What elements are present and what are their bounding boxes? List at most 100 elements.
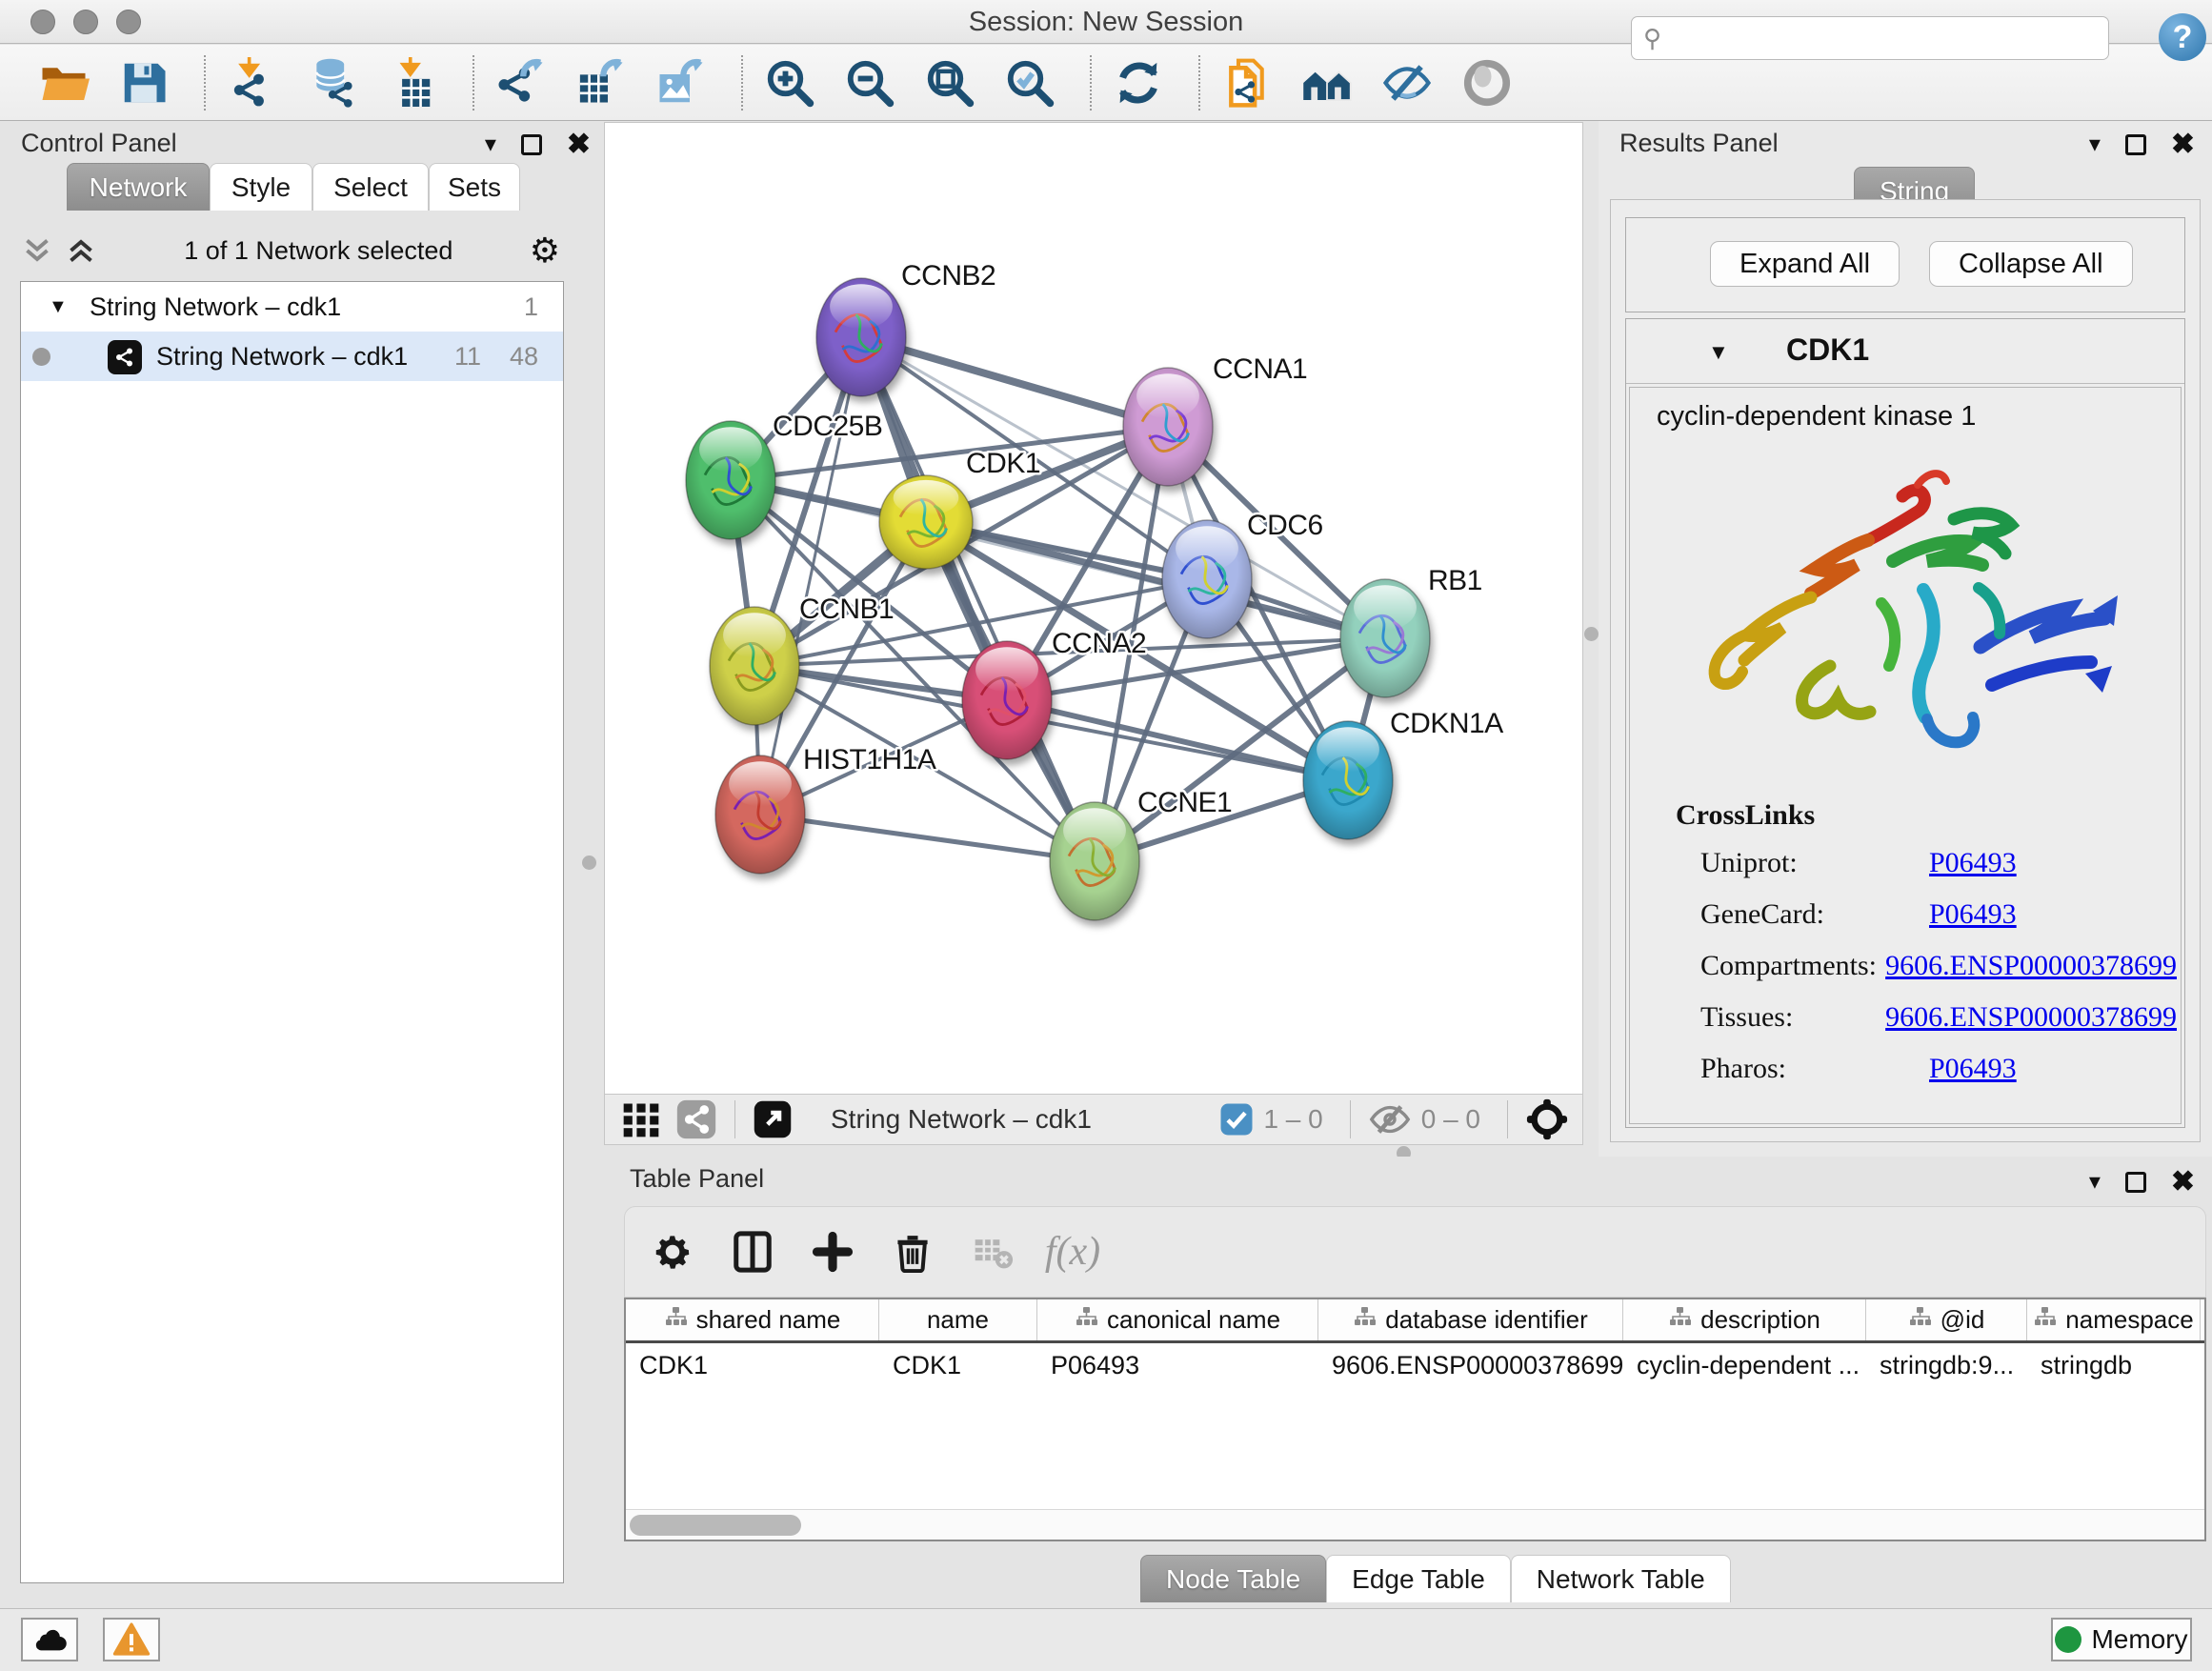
string-badge-icon[interactable] — [675, 1098, 717, 1140]
network-collection-row[interactable]: ▼ String Network – cdk1 1 — [21, 282, 563, 332]
table-settings-gear-icon[interactable] — [646, 1225, 699, 1278]
refresh-network-view-icon[interactable] — [1111, 55, 1166, 111]
table-panel-float-icon[interactable] — [2125, 1172, 2146, 1193]
expand-all-button[interactable]: Expand All — [1710, 241, 1900, 287]
network-node-count: 11 — [454, 342, 481, 372]
collapse-all-networks-icon[interactable] — [20, 233, 54, 268]
grid-view-icon[interactable] — [620, 1098, 662, 1140]
table-cell[interactable]: stringdb:9... — [1866, 1351, 2027, 1380]
table-horizontal-scrollbar[interactable] — [626, 1509, 2204, 1540]
edge-ccna2-cdkn1a[interactable] — [1007, 700, 1348, 780]
edge-hist1h1a-ccne1[interactable] — [760, 815, 1095, 861]
export-image-icon[interactable] — [654, 55, 709, 111]
function-builder-icon[interactable]: f(x) — [1046, 1225, 1099, 1278]
open-in-window-icon[interactable] — [753, 1099, 793, 1139]
table-cell[interactable]: CDK1 — [626, 1351, 879, 1380]
network-options-gear-icon[interactable]: ⚙ — [530, 231, 560, 271]
column-header-label: canonical name — [1107, 1305, 1280, 1335]
export-network-icon[interactable] — [493, 55, 549, 111]
results-panel-float-icon[interactable] — [2125, 134, 2146, 155]
collection-expander-icon[interactable]: ▼ — [49, 296, 68, 318]
zoom-out-icon[interactable] — [842, 55, 897, 111]
node-label-cdc6: CDC6 — [1247, 510, 1323, 541]
crosslink-link[interactable]: 9606.ENSP00000378699 — [1885, 1001, 2177, 1034]
table-row[interactable]: CDK1CDK1P064939606.ENSP00000378699cyclin… — [626, 1343, 2204, 1387]
crosslink-link[interactable]: P06493 — [1929, 1053, 2017, 1085]
protein-section-expander-icon[interactable]: ▼ — [1708, 340, 1729, 365]
node-cdkn1a[interactable]: CDKN1A — [1303, 708, 1503, 839]
column-header-description[interactable]: description — [1623, 1299, 1866, 1340]
first-neighbors-icon[interactable] — [1299, 55, 1355, 111]
collapse-all-button[interactable]: Collapse All — [1929, 241, 2133, 287]
tab-select[interactable]: Select — [312, 163, 429, 211]
selected-checkbox-icon[interactable] — [1219, 1102, 1254, 1137]
control-panel-close-icon[interactable]: ✖ — [567, 131, 591, 159]
zoom-fit-content-icon[interactable] — [922, 55, 977, 111]
tab-sets[interactable]: Sets — [429, 163, 520, 211]
crosslink-link[interactable]: 9606.ENSP00000378699 — [1885, 950, 2177, 982]
show-column-panel-icon[interactable] — [726, 1225, 779, 1278]
table-scrollbar-thumb[interactable] — [630, 1515, 801, 1536]
save-session-icon[interactable] — [116, 55, 171, 111]
zoom-in-icon[interactable] — [762, 55, 817, 111]
hide-selected-icon[interactable] — [1379, 55, 1435, 111]
table-cell[interactable]: 9606.ENSP00000378699 — [1318, 1351, 1623, 1380]
birds-eye-view-icon[interactable] — [1525, 1097, 1569, 1141]
show-all-icon[interactable] — [1459, 55, 1515, 111]
column-header-shared-name[interactable]: shared name — [626, 1299, 879, 1340]
crosslink-link[interactable]: P06493 — [1929, 847, 2017, 879]
column-header-canonical-name[interactable]: canonical name — [1037, 1299, 1318, 1340]
new-network-from-selection-icon[interactable] — [1219, 55, 1275, 111]
edge-ccnb2-ccna1[interactable] — [861, 337, 1168, 427]
column-header-label: name — [927, 1305, 989, 1335]
tab-edge-table[interactable]: Edge Table — [1326, 1555, 1511, 1602]
node-ccne1[interactable]: CCNE1 — [1050, 787, 1232, 920]
tab-network[interactable]: Network — [67, 163, 210, 211]
delete-table-icon[interactable] — [966, 1225, 1019, 1278]
control-panel-float-icon[interactable] — [521, 134, 542, 155]
column-header-namespace[interactable]: namespace — [2027, 1299, 2201, 1340]
edge-ccnb2-hist1h1a[interactable] — [760, 337, 861, 815]
crosslink-link[interactable]: P06493 — [1929, 898, 2017, 931]
node-hist1h1a[interactable]: HIST1H1A — [715, 744, 936, 874]
table-panel-close-icon[interactable]: ✖ — [2171, 1168, 2195, 1197]
control-panel-collapse-icon[interactable]: ▾ — [485, 133, 496, 156]
table-cell[interactable]: P06493 — [1037, 1351, 1318, 1380]
add-column-icon[interactable] — [806, 1225, 859, 1278]
import-network-from-database-icon[interactable] — [305, 55, 360, 111]
results-panel-collapse-icon[interactable]: ▾ — [2089, 133, 2101, 156]
table-cell[interactable]: cyclin-dependent ... — [1623, 1351, 1866, 1380]
table-cell[interactable]: stringdb — [2027, 1351, 2201, 1380]
left-splitter-handle[interactable] — [582, 856, 596, 870]
help-button[interactable]: ? — [2159, 13, 2206, 61]
tab-node-table[interactable]: Node Table — [1140, 1555, 1326, 1602]
import-table-from-file-icon[interactable] — [385, 55, 440, 111]
tab-network-table[interactable]: Network Table — [1511, 1555, 1731, 1602]
shared-column-icon — [1668, 1305, 1691, 1335]
import-network-from-file-icon[interactable] — [225, 55, 280, 111]
column-header-id[interactable]: @id — [1866, 1299, 2027, 1340]
node-ccnb2[interactable]: CCNB2 — [816, 260, 995, 396]
open-session-icon[interactable] — [36, 55, 91, 111]
memory-button[interactable]: Memory — [2051, 1618, 2192, 1661]
node-ccna1[interactable]: CCNA1 — [1123, 353, 1307, 486]
cloud-status-button[interactable] — [21, 1618, 78, 1661]
search-input[interactable] — [1669, 19, 2108, 57]
node-rb1[interactable]: RB1 — [1340, 565, 1482, 697]
string-network-graph[interactable]: CCNB2CCNA1CDC25BCDK1CDC6RB1CCNB1CCNA2CDK… — [605, 123, 1582, 1094]
delete-column-trash-icon[interactable] — [886, 1225, 939, 1278]
table-panel-collapse-icon[interactable]: ▾ — [2089, 1171, 2101, 1194]
warnings-button[interactable] — [103, 1618, 160, 1661]
column-header-database-identifier[interactable]: database identifier — [1318, 1299, 1623, 1340]
table-cell[interactable]: CDK1 — [879, 1351, 1037, 1380]
column-header-name[interactable]: name — [879, 1299, 1037, 1340]
hidden-eye-slash-icon[interactable] — [1368, 1097, 1412, 1141]
results-panel-close-icon[interactable]: ✖ — [2171, 131, 2195, 159]
right-splitter-handle[interactable] — [1584, 627, 1599, 641]
network-canvas[interactable]: CCNB2CCNA1CDC25BCDK1CDC6RB1CCNB1CCNA2CDK… — [604, 122, 1583, 1095]
export-table-icon[interactable] — [573, 55, 629, 111]
expand-all-networks-icon[interactable] — [64, 233, 98, 268]
tab-style[interactable]: Style — [210, 163, 312, 211]
zoom-selected-region-icon[interactable] — [1002, 55, 1057, 111]
network-row-selected[interactable]: String Network – cdk1 11 48 — [21, 332, 563, 381]
